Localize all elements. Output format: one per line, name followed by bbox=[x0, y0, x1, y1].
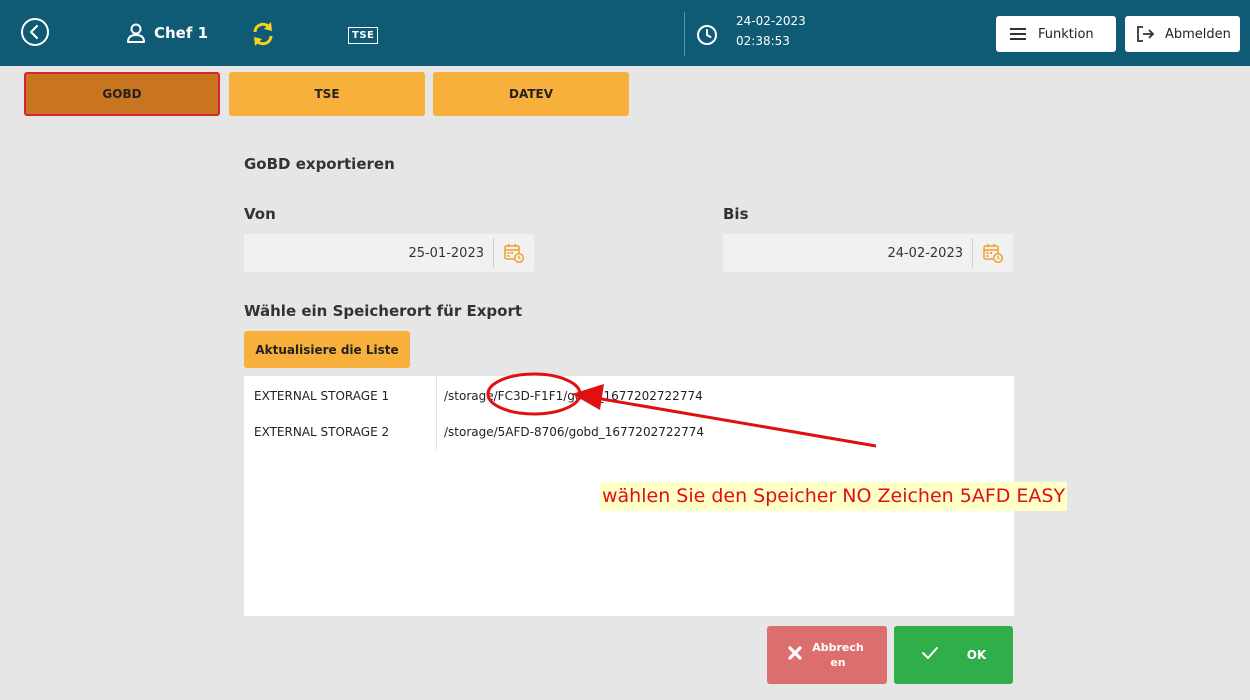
menu-icon bbox=[1010, 27, 1026, 41]
storage-path-highlight: FC3D-F1F1 bbox=[497, 389, 564, 403]
storage-name: EXTERNAL STORAGE 2 bbox=[254, 425, 390, 439]
check-icon bbox=[921, 646, 939, 664]
top-bar: Chef 1 TSE 24-02-2023 02:38:53 Funktion bbox=[0, 0, 1250, 66]
storage-path-suffix: /gobd_1677202722774 bbox=[563, 389, 703, 403]
page-title: GoBD exportieren bbox=[244, 155, 395, 173]
abmelden-button[interactable]: Abmelden bbox=[1125, 16, 1240, 52]
abmelden-label: Abmelden bbox=[1165, 26, 1231, 42]
tab-datev[interactable]: DATEV bbox=[433, 72, 629, 116]
bis-label: Bis bbox=[723, 205, 749, 223]
x-icon bbox=[787, 645, 803, 665]
bis-date-value: 24-02-2023 bbox=[887, 245, 963, 261]
storage-row[interactable]: EXTERNAL STORAGE 2 /storage/5AFD-8706/go… bbox=[244, 414, 1014, 450]
von-label: Von bbox=[244, 205, 276, 223]
bis-date-field[interactable]: 24-02-2023 bbox=[723, 234, 1013, 272]
refresh-list-button[interactable]: Aktualisiere die Liste bbox=[244, 331, 410, 368]
calendar-icon[interactable] bbox=[494, 243, 534, 263]
tse-icon: TSE bbox=[348, 24, 379, 44]
header-divider bbox=[684, 12, 685, 56]
tab-gobd-label: GOBD bbox=[102, 87, 142, 101]
logout-icon bbox=[1137, 26, 1155, 42]
von-date-value: 25-01-2023 bbox=[408, 245, 484, 261]
tse-label: TSE bbox=[348, 27, 379, 44]
tab-tse-label: TSE bbox=[314, 87, 340, 101]
storage-row[interactable]: EXTERNAL STORAGE 1 /storage/FC3D-F1F1/go… bbox=[244, 378, 1014, 414]
storage-section-label: Wähle ein Speicherort für Export bbox=[244, 302, 523, 320]
storage-path-prefix: /storage/ bbox=[444, 389, 498, 403]
cancel-label: Abbrechen bbox=[812, 641, 864, 669]
tab-tse[interactable]: TSE bbox=[229, 72, 425, 116]
calendar-icon[interactable] bbox=[973, 243, 1013, 263]
clock-icon bbox=[696, 24, 718, 46]
header-date: 24-02-2023 bbox=[736, 14, 806, 28]
storage-name: EXTERNAL STORAGE 1 bbox=[254, 389, 390, 403]
circle-chevron-left-icon bbox=[21, 18, 49, 46]
sync-icon[interactable] bbox=[248, 19, 278, 49]
user-name: Chef 1 bbox=[154, 24, 209, 42]
von-date-field[interactable]: 25-01-2023 bbox=[244, 234, 534, 272]
user-icon bbox=[125, 22, 147, 44]
storage-path: /storage/5AFD-8706/gobd_1677202722774 bbox=[444, 425, 705, 439]
cancel-button[interactable]: Abbrechen bbox=[767, 626, 887, 684]
tab-gobd[interactable]: GOBD bbox=[24, 72, 220, 116]
ok-label: OK bbox=[966, 648, 987, 662]
funktion-button[interactable]: Funktion bbox=[996, 16, 1116, 52]
ok-button[interactable]: OK bbox=[894, 626, 1013, 684]
back-button[interactable] bbox=[20, 17, 50, 47]
header-time: 02:38:53 bbox=[736, 34, 790, 48]
annotation-text: wählen Sie den Speicher NO Zeichen 5AFD … bbox=[600, 482, 1068, 511]
storage-path: /storage/FC3D-F1F1/gobd_1677202722774 bbox=[444, 378, 703, 414]
funktion-label: Funktion bbox=[1038, 26, 1094, 42]
tab-datev-label: DATEV bbox=[509, 87, 553, 101]
